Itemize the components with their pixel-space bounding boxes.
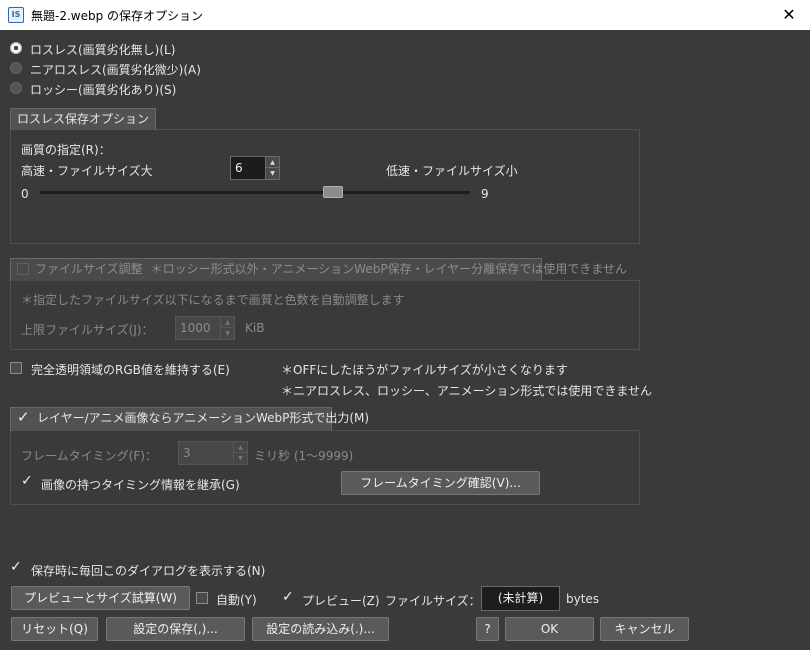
filesize-adjust-note: ＊ロッシー形式以外・アニメーションWebP保存・レイヤー分離保存では使用できませ… [150, 262, 627, 276]
show-dialog-label: 保存時に毎回このダイアログを表示する(N) [31, 564, 266, 578]
frame-timing-confirm-button[interactable]: フレームタイミング確認(V)... [341, 471, 540, 495]
filesize-adjust-label: ファイルサイズ調整 [35, 262, 143, 276]
limit-stepper-buttons[interactable]: ▲ ▼ [220, 317, 234, 339]
slider-thumb[interactable] [323, 186, 343, 198]
radio-near-lossless-indicator[interactable] [10, 62, 22, 74]
spin-down-icon[interactable]: ▼ [266, 168, 279, 179]
save-settings-button[interactable]: 設定の保存(,)... [106, 617, 245, 641]
animation-checkbox[interactable]: ✓ [17, 410, 31, 425]
radio-lossy-indicator[interactable] [10, 82, 22, 94]
limit-filesize-value: 1000 [180, 321, 211, 335]
slider-max-label: 9 [481, 187, 489, 201]
limit-filesize-unit: KiB [245, 321, 265, 335]
quality-stepper[interactable]: 6 ▲ ▼ [230, 156, 280, 180]
slow-small-label: 低速・ファイルサイズ小 [386, 164, 518, 178]
frame-timing-value: 3 [183, 446, 191, 460]
ok-button[interactable]: OK [505, 617, 594, 641]
filesize-unit: bytes [566, 592, 600, 606]
auto-checkbox[interactable] [196, 592, 208, 604]
load-settings-button[interactable]: 設定の読み込み(.)... [252, 617, 389, 641]
spin-up-icon[interactable]: ▲ [234, 442, 247, 453]
animation-group [10, 430, 640, 505]
keep-rgb-option[interactable]: 完全透明領域のRGB値を維持する(E) [10, 361, 270, 377]
frame-timing-unit: ミリ秒 (1〜9999) [254, 449, 354, 463]
filesize-adjust-checkbox[interactable] [17, 263, 29, 275]
close-icon[interactable]: ✕ [776, 2, 802, 28]
auto-label: 自動(Y) [216, 593, 257, 607]
keep-rgb-label: 完全透明領域のRGB値を維持する(E) [31, 363, 230, 377]
radio-near-lossless-label: ニアロスレス(画質劣化微少)(A) [30, 63, 201, 77]
spin-down-icon[interactable]: ▼ [221, 328, 234, 339]
filesize-adjust-tab: ファイルサイズ調整 ＊ロッシー形式以外・アニメーションWebP保存・レイヤー分離保… [10, 258, 627, 281]
inherit-timing-label: 画像の持つタイミング情報を継承(G) [41, 478, 240, 492]
filesize-value: (未計算) [481, 586, 560, 611]
limit-filesize-stepper[interactable]: 1000 ▲ ▼ [175, 316, 235, 340]
show-dialog-checkbox[interactable]: ✓ [10, 560, 22, 574]
reset-button[interactable]: リセット(Q) [11, 617, 98, 641]
quality-value: 6 [235, 161, 243, 175]
fast-large-label: 高速・ファイルサイズ大 [21, 164, 153, 178]
preview-checkbox[interactable]: ✓ [282, 590, 294, 604]
radio-lossless-indicator[interactable] [10, 42, 22, 54]
frame-timing-stepper[interactable]: 3 ▲ ▼ [178, 441, 248, 465]
radio-lossless[interactable]: ロスレス(画質劣化無し)(L) [10, 41, 260, 57]
keep-rgb-note-2: ＊ニアロスレス、ロッシー、アニメーション形式では使用できません [281, 384, 653, 398]
auto-option[interactable]: 自動(Y) [196, 591, 266, 607]
slider-track[interactable] [40, 191, 470, 194]
spin-up-icon[interactable]: ▲ [266, 157, 279, 168]
quality-slider[interactable] [40, 184, 470, 200]
title-bar: IS 無題-2.webp の保存オプション ✕ [0, 0, 810, 30]
keep-rgb-checkbox[interactable] [10, 362, 22, 374]
radio-lossless-label: ロスレス(画質劣化無し)(L) [30, 43, 176, 57]
inherit-timing-checkbox[interactable]: ✓ [21, 474, 33, 488]
cancel-button[interactable]: キャンセル [600, 617, 689, 641]
filesize-adjust-description: ＊指定したファイルサイズ以下になるまで画質と色数を自動調整します [21, 293, 405, 307]
radio-lossy[interactable]: ロッシー(画質劣化あり)(S) [10, 81, 260, 97]
frame-timing-label: フレームタイミング(F)： [21, 449, 157, 463]
spin-up-icon[interactable]: ▲ [221, 317, 234, 328]
preview-label: プレビュー(Z) [302, 594, 380, 608]
window-title: 無題-2.webp の保存オプション [31, 9, 204, 23]
filesize-label: ファイルサイズ： [385, 594, 481, 608]
app-icon: IS [8, 7, 24, 23]
quality-stepper-buttons[interactable]: ▲ ▼ [265, 157, 279, 179]
radio-lossy-label: ロッシー(画質劣化あり)(S) [30, 83, 177, 97]
limit-filesize-label: 上限ファイルサイズ(J)： [21, 323, 154, 337]
frame-timing-stepper-buttons[interactable]: ▲ ▼ [233, 442, 247, 464]
lossless-options-tab: ロスレス保存オプション [10, 108, 157, 130]
animation-tab[interactable]: ✓ レイヤー/アニメ画像ならアニメーションWebP形式で出力(M) [10, 407, 369, 431]
spin-down-icon[interactable]: ▼ [234, 453, 247, 464]
radio-near-lossless[interactable]: ニアロスレス(画質劣化微少)(A) [10, 61, 260, 77]
preview-size-button[interactable]: プレビューとサイズ試算(W) [11, 586, 190, 610]
quality-label: 画質の指定(R)： [21, 143, 111, 157]
keep-rgb-note-1: ＊OFFにしたほうがファイルサイズが小さくなります [281, 363, 568, 377]
inherit-timing-option[interactable]: ✓ 画像の持つタイミング情報を継承(G) [21, 474, 251, 492]
slider-min-label: 0 [21, 187, 29, 201]
preview-option[interactable]: ✓ プレビュー(Z) [282, 590, 380, 608]
show-dialog-option[interactable]: ✓ 保存時に毎回このダイアログを表示する(N) [10, 560, 265, 578]
help-button[interactable]: ? [476, 617, 499, 641]
animation-label: レイヤー/アニメ画像ならアニメーションWebP形式で出力(M) [37, 411, 370, 425]
